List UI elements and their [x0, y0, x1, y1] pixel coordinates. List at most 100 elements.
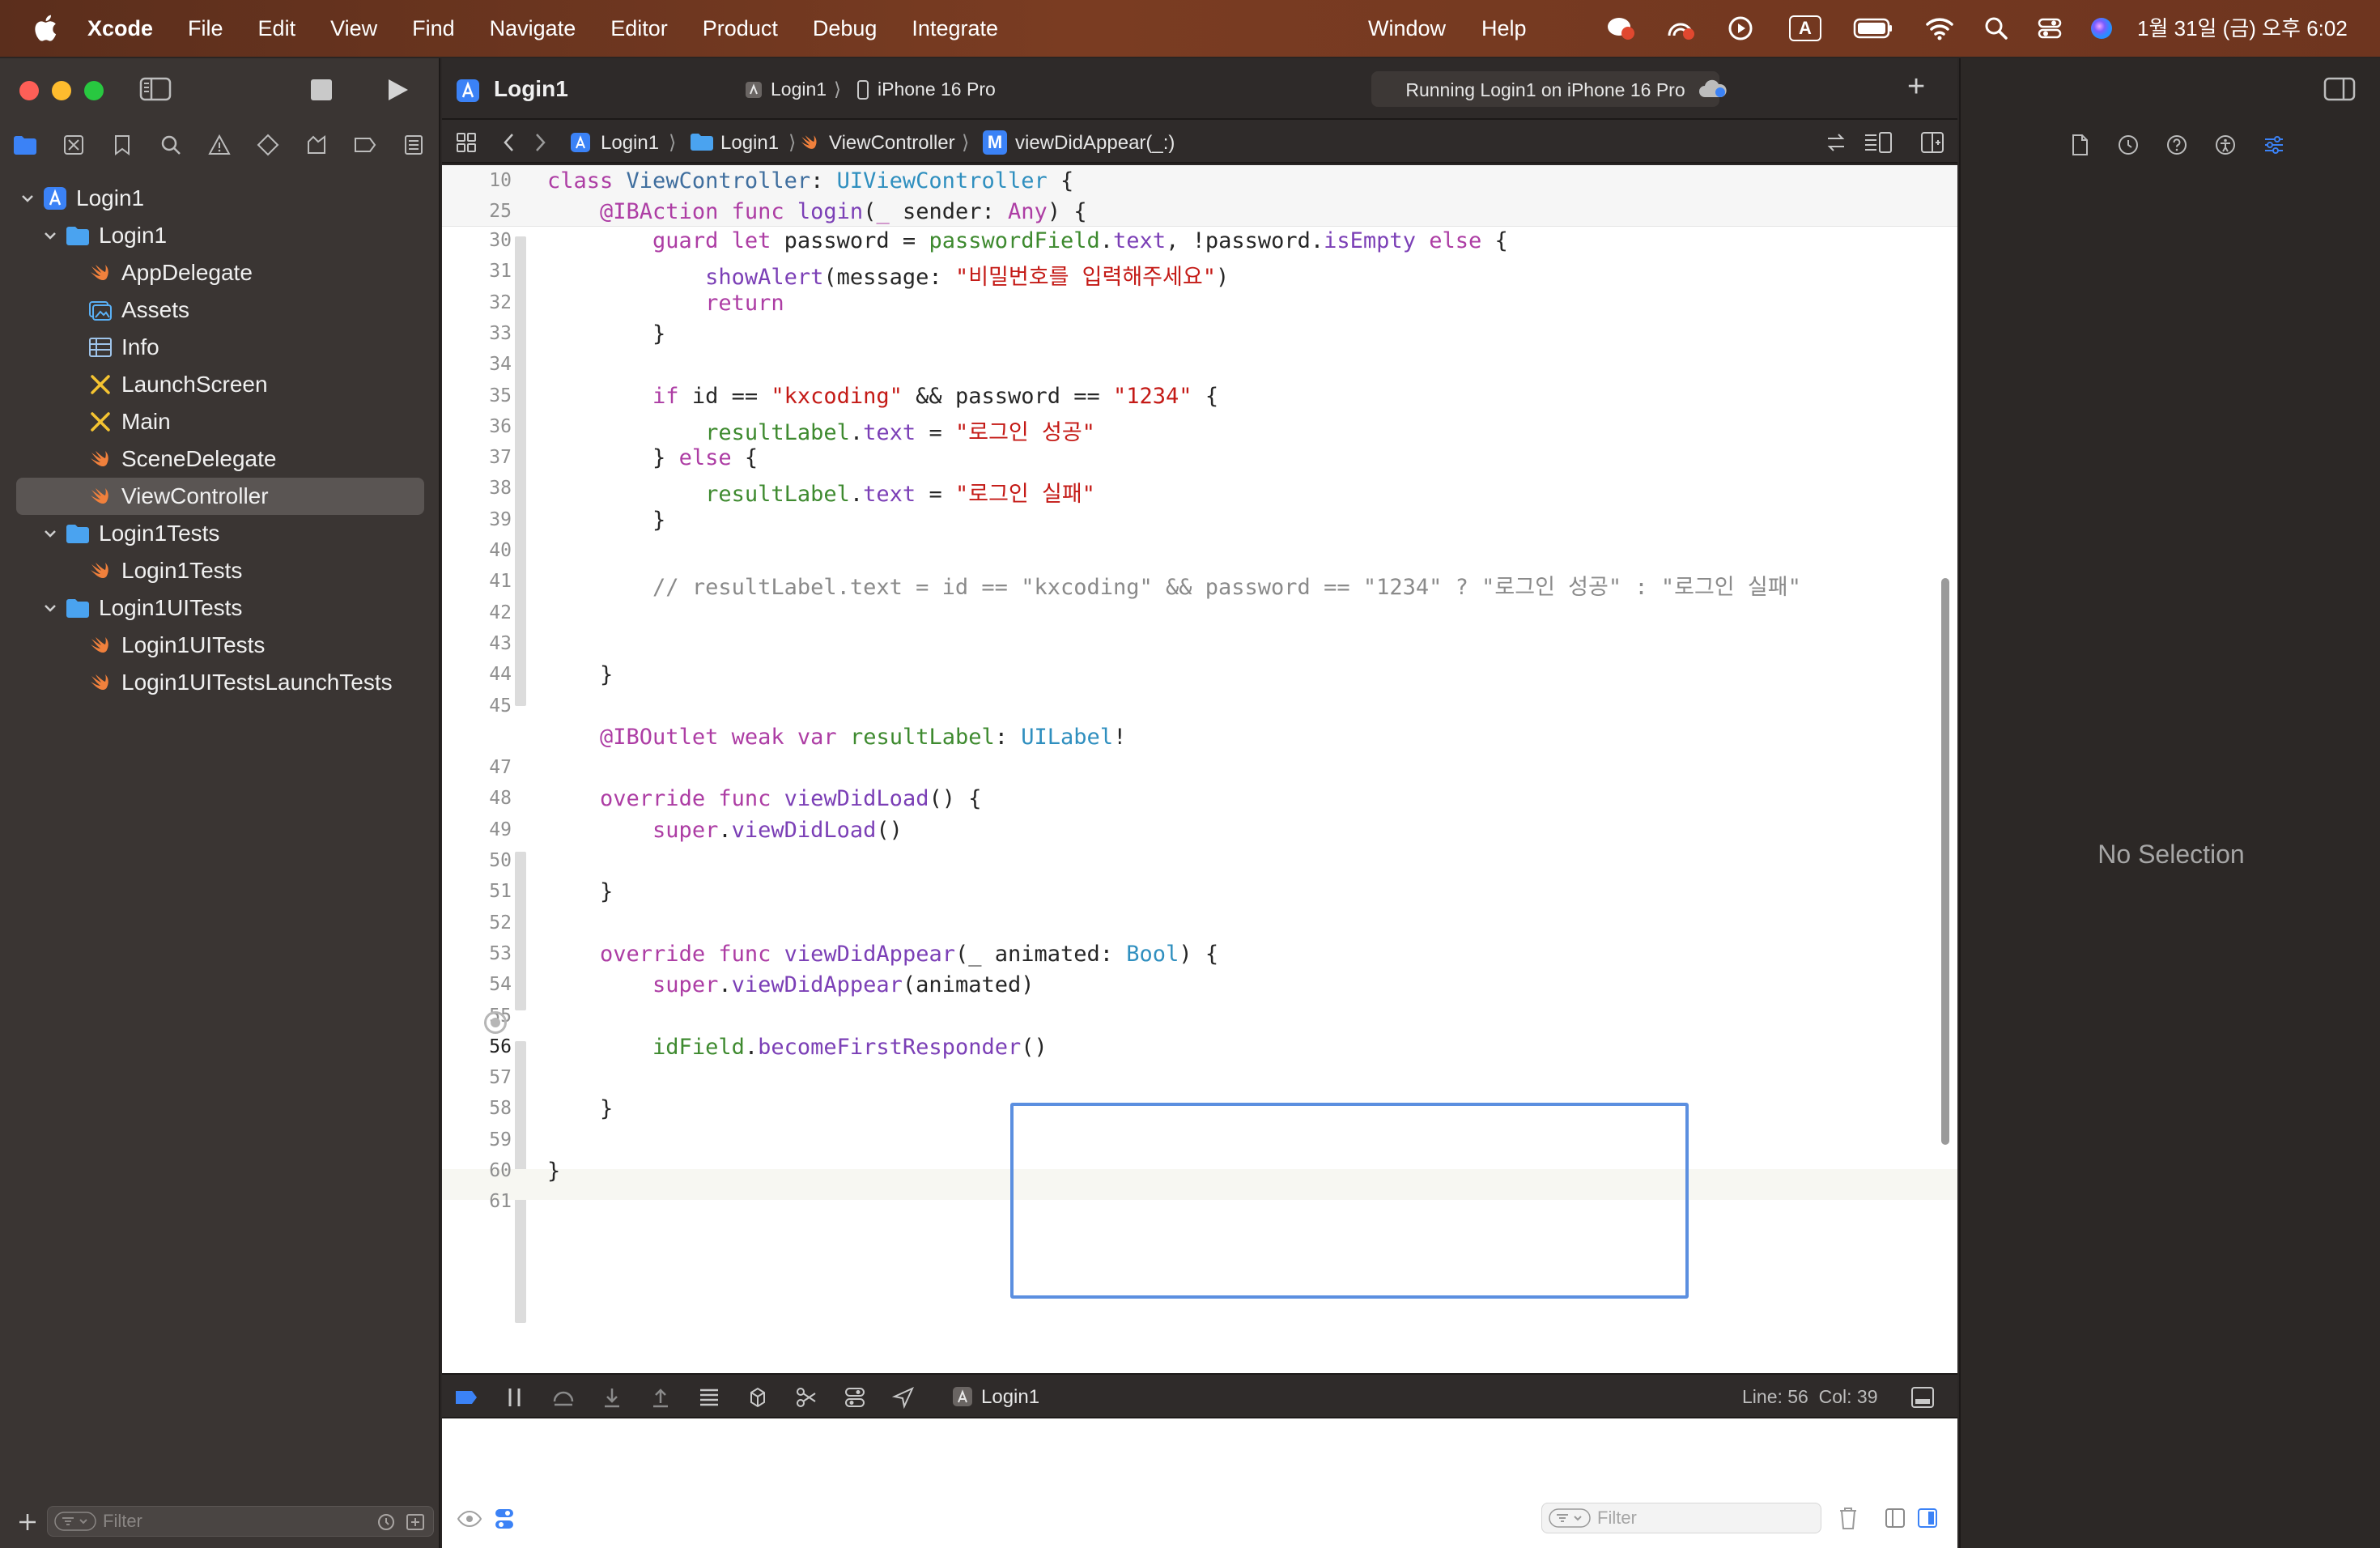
tree-item-info[interactable]: Info	[16, 329, 424, 366]
line-number[interactable]: 31	[442, 261, 512, 282]
debug-tab-icon[interactable]	[303, 131, 330, 159]
issue-tab-icon[interactable]	[206, 131, 233, 159]
add-file-icon[interactable]	[16, 1511, 39, 1533]
battery-icon[interactable]	[1852, 13, 1894, 44]
report-tab-icon[interactable]	[400, 131, 427, 159]
menu-debug[interactable]: Debug	[813, 16, 878, 41]
spotlight-search-icon[interactable]	[1982, 13, 2011, 44]
destination-name[interactable]: iPhone 16 Pro	[878, 79, 996, 100]
tree-item-login1-folder[interactable]: Login1	[16, 217, 424, 254]
hide-debug-area-icon[interactable]	[1910, 1386, 1935, 1409]
simulate-toggle-icon[interactable]	[842, 1384, 868, 1410]
code-line[interactable]: guard let password = passwordField.text,…	[547, 228, 1508, 253]
chevron-down-icon[interactable]	[42, 525, 58, 542]
line-number[interactable]: 50	[442, 850, 512, 871]
project-navigator-tab-icon[interactable]	[11, 131, 39, 159]
variables-toggle-icon[interactable]	[494, 1508, 515, 1530]
close-window-button[interactable]	[19, 81, 39, 100]
line-number[interactable]: 57	[442, 1067, 512, 1088]
tree-item-login1tests-folder[interactable]: Login1Tests	[16, 515, 424, 552]
menu-navigate[interactable]: Navigate	[490, 16, 576, 41]
menu-find[interactable]: Find	[412, 16, 455, 41]
swap-arrows-icon[interactable]	[1825, 132, 1847, 153]
console-filter-field[interactable]: Filter	[1541, 1503, 1821, 1533]
code-line[interactable]: override func viewDidLoad() {	[547, 786, 981, 811]
history-inspector-tab-icon[interactable]	[2114, 131, 2142, 159]
line-number[interactable]: 51	[442, 881, 512, 902]
code-line[interactable]: }	[547, 879, 613, 904]
add-tab-button[interactable]: +	[1907, 70, 1925, 104]
quick-help-tab-icon[interactable]	[2163, 131, 2191, 159]
step-into-icon[interactable]	[599, 1384, 625, 1410]
eye-icon[interactable]	[457, 1509, 482, 1529]
tree-item-appdelegate[interactable]: AppDelegate	[16, 254, 424, 291]
sticky-header-class[interactable]: 10 class ViewController: UIViewControlle…	[442, 165, 1957, 196]
line-number[interactable]: 49	[442, 819, 512, 840]
tree-item-login1uitests[interactable]: Login1UITests	[16, 627, 424, 664]
back-arrow-icon[interactable]	[500, 131, 518, 154]
messages-status-icon[interactable]	[1604, 13, 1637, 44]
code-line[interactable]: }	[547, 1159, 560, 1184]
source-control-filter-icon[interactable]	[406, 1512, 425, 1532]
breadcrumb-file[interactable]: ViewController	[829, 132, 955, 155]
attributes-inspector-tab-icon[interactable]	[2260, 131, 2288, 159]
menu-editor[interactable]: Editor	[610, 16, 668, 41]
line-number[interactable]: 37	[442, 447, 512, 468]
line-number[interactable]: 35	[442, 385, 512, 406]
file-inspector-tab-icon[interactable]	[2066, 131, 2093, 159]
simulate-location-icon[interactable]	[890, 1384, 916, 1410]
sticky-header-login[interactable]: 25 @IBAction func login(_ sender: Any) {	[442, 196, 1957, 227]
run-button[interactable]	[384, 76, 411, 104]
tree-item-login1uitests-folder[interactable]: Login1UITests	[16, 589, 424, 627]
sidebar-toggle-icon[interactable]	[139, 76, 172, 102]
zoom-window-button[interactable]	[84, 81, 104, 100]
line-number[interactable]: 30	[442, 230, 512, 251]
line-number[interactable]: 61	[442, 1191, 512, 1212]
code-line[interactable]: idField.becomeFirstResponder()	[547, 1035, 1048, 1060]
find-tab-icon[interactable]	[157, 131, 185, 159]
tree-item-viewcontroller[interactable]: ViewController	[16, 478, 424, 515]
stop-button[interactable]	[311, 79, 332, 100]
chevron-down-icon[interactable]	[42, 228, 58, 244]
code-line[interactable]: if id == "kxcoding" && password == "1234…	[547, 384, 1218, 409]
code-line[interactable]: }	[547, 321, 665, 347]
inspector-toggle-icon[interactable]	[2323, 76, 2356, 102]
line-number[interactable]: 39	[442, 509, 512, 530]
step-out-icon[interactable]	[648, 1384, 674, 1410]
play-status-icon[interactable]	[1726, 13, 1755, 44]
code-line[interactable]: override func viewDidAppear(_ animated: …	[547, 942, 1218, 967]
line-number[interactable]: 43	[442, 633, 512, 654]
tree-item-launchscreen[interactable]: LaunchScreen	[16, 366, 424, 403]
line-number[interactable]: 48	[442, 788, 512, 809]
line-number[interactable]: 45	[442, 695, 512, 717]
breadcrumb-folder[interactable]: Login1	[720, 132, 779, 155]
line-number[interactable]: 59	[442, 1129, 512, 1150]
editor-scrollbar[interactable]	[1941, 578, 1949, 1145]
recent-files-clock-icon[interactable]	[376, 1512, 396, 1532]
line-number[interactable]: 53	[442, 943, 512, 964]
line-number[interactable]: 44	[442, 664, 512, 685]
line-number[interactable]: 42	[442, 602, 512, 623]
menu-help[interactable]: Help	[1481, 16, 1527, 41]
code-fold-ribbon[interactable]	[515, 852, 526, 1010]
breadcrumb-method[interactable]: viewDidAppear(_:)	[1015, 132, 1175, 155]
code-line[interactable]: resultLabel.text = "로그인 성공"	[547, 415, 1095, 446]
outlet-connection-icon[interactable]	[484, 1011, 507, 1034]
menu-product[interactable]: Product	[703, 16, 778, 41]
code-fold-ribbon[interactable]	[515, 236, 526, 706]
tree-item-login1uitestslaunchtests[interactable]: Login1UITestsLaunchTests	[16, 664, 424, 701]
tree-item-assets[interactable]: Assets	[16, 291, 424, 329]
code-line[interactable]: }	[547, 1096, 613, 1121]
cloud-status-icon[interactable]	[1697, 78, 1729, 100]
test-tab-icon[interactable]	[254, 131, 282, 159]
forward-arrow-icon[interactable]	[531, 131, 549, 154]
input-source-icon[interactable]: A	[1787, 13, 1823, 44]
line-number[interactable]: 52	[442, 912, 512, 933]
show-variables-pane-icon[interactable]	[1885, 1508, 1906, 1529]
code-line[interactable]: // resultLabel.text = id == "kxcoding" &…	[547, 569, 1801, 601]
code-line[interactable]: resultLabel.text = "로그인 실패"	[547, 476, 1095, 508]
line-number[interactable]: 41	[442, 571, 512, 592]
menu-view[interactable]: View	[330, 16, 377, 41]
minimize-window-button[interactable]	[52, 81, 71, 100]
code-line[interactable]: return	[547, 291, 784, 316]
